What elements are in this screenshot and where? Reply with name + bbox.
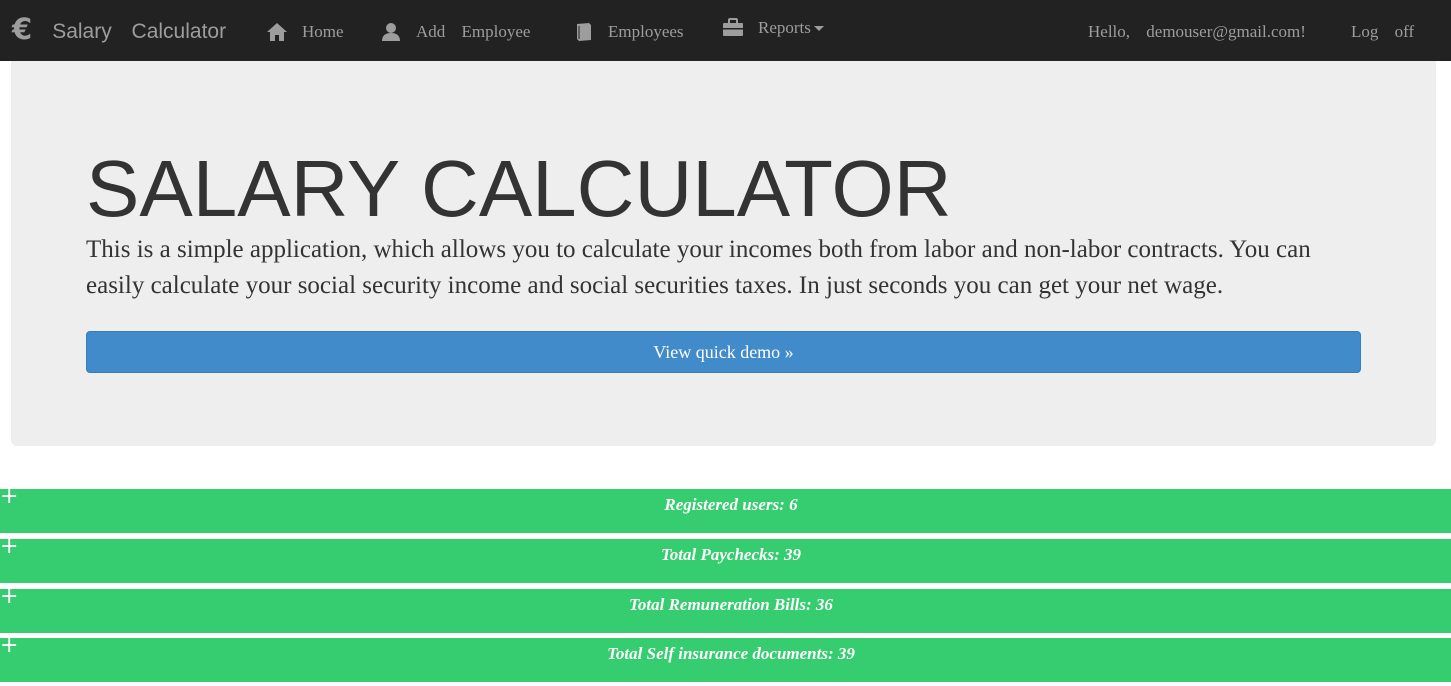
- stat-label: Registered users: 6: [664, 495, 798, 514]
- logoff-link[interactable]: Log off: [1351, 18, 1414, 46]
- stat-registered-users: + Registered users: 6: [0, 485, 1451, 533]
- brand-text: Salary Calculator: [52, 20, 227, 43]
- hero-jumbotron: SALARY CALCULATOR This is a simple appli…: [11, 61, 1436, 446]
- nav-employees[interactable]: Employees: [574, 18, 684, 46]
- caret-down-icon: [813, 25, 824, 31]
- briefcase-icon: [723, 18, 743, 36]
- nav-home[interactable]: Home: [266, 18, 344, 46]
- user-icon: [382, 23, 400, 41]
- nav-add-employee[interactable]: Add Employee: [380, 18, 530, 46]
- euro-icon: €: [12, 12, 33, 46]
- home-icon: [267, 23, 287, 41]
- nav-reports-label: Reports: [758, 18, 811, 37]
- nav-home-label: Home: [302, 22, 344, 41]
- stat-total-self-insurance: + Total Self insurance documents: 39: [0, 634, 1451, 682]
- top-navbar: € Salary Calculator Home Add Employee Em…: [0, 0, 1451, 61]
- book-icon: [577, 23, 591, 41]
- nav-add-employee-label: Add Employee: [416, 22, 531, 41]
- stat-label: Total Self insurance documents: 39: [607, 644, 855, 663]
- stat-total-paychecks: + Total Paychecks: 39: [0, 535, 1451, 583]
- nav-reports-dropdown[interactable]: Reports: [722, 14, 824, 42]
- page-title: SALARY CALCULATOR: [86, 144, 952, 233]
- nav-employees-label: Employees: [608, 22, 684, 41]
- hero-description: This is a simple application, which allo…: [86, 236, 1311, 299]
- stat-label: Total Paychecks: 39: [660, 545, 802, 564]
- stat-label: Total Remuneration Bills: 36: [629, 595, 833, 614]
- stat-total-remuneration-bills: + Total Remuneration Bills: 36: [0, 585, 1451, 633]
- brand-link[interactable]: € Salary Calculator: [12, 12, 227, 50]
- view-demo-button[interactable]: View quick demo »: [86, 331, 1361, 373]
- user-greeting[interactable]: Hello, demouser@gmail.com!: [1088, 18, 1306, 46]
